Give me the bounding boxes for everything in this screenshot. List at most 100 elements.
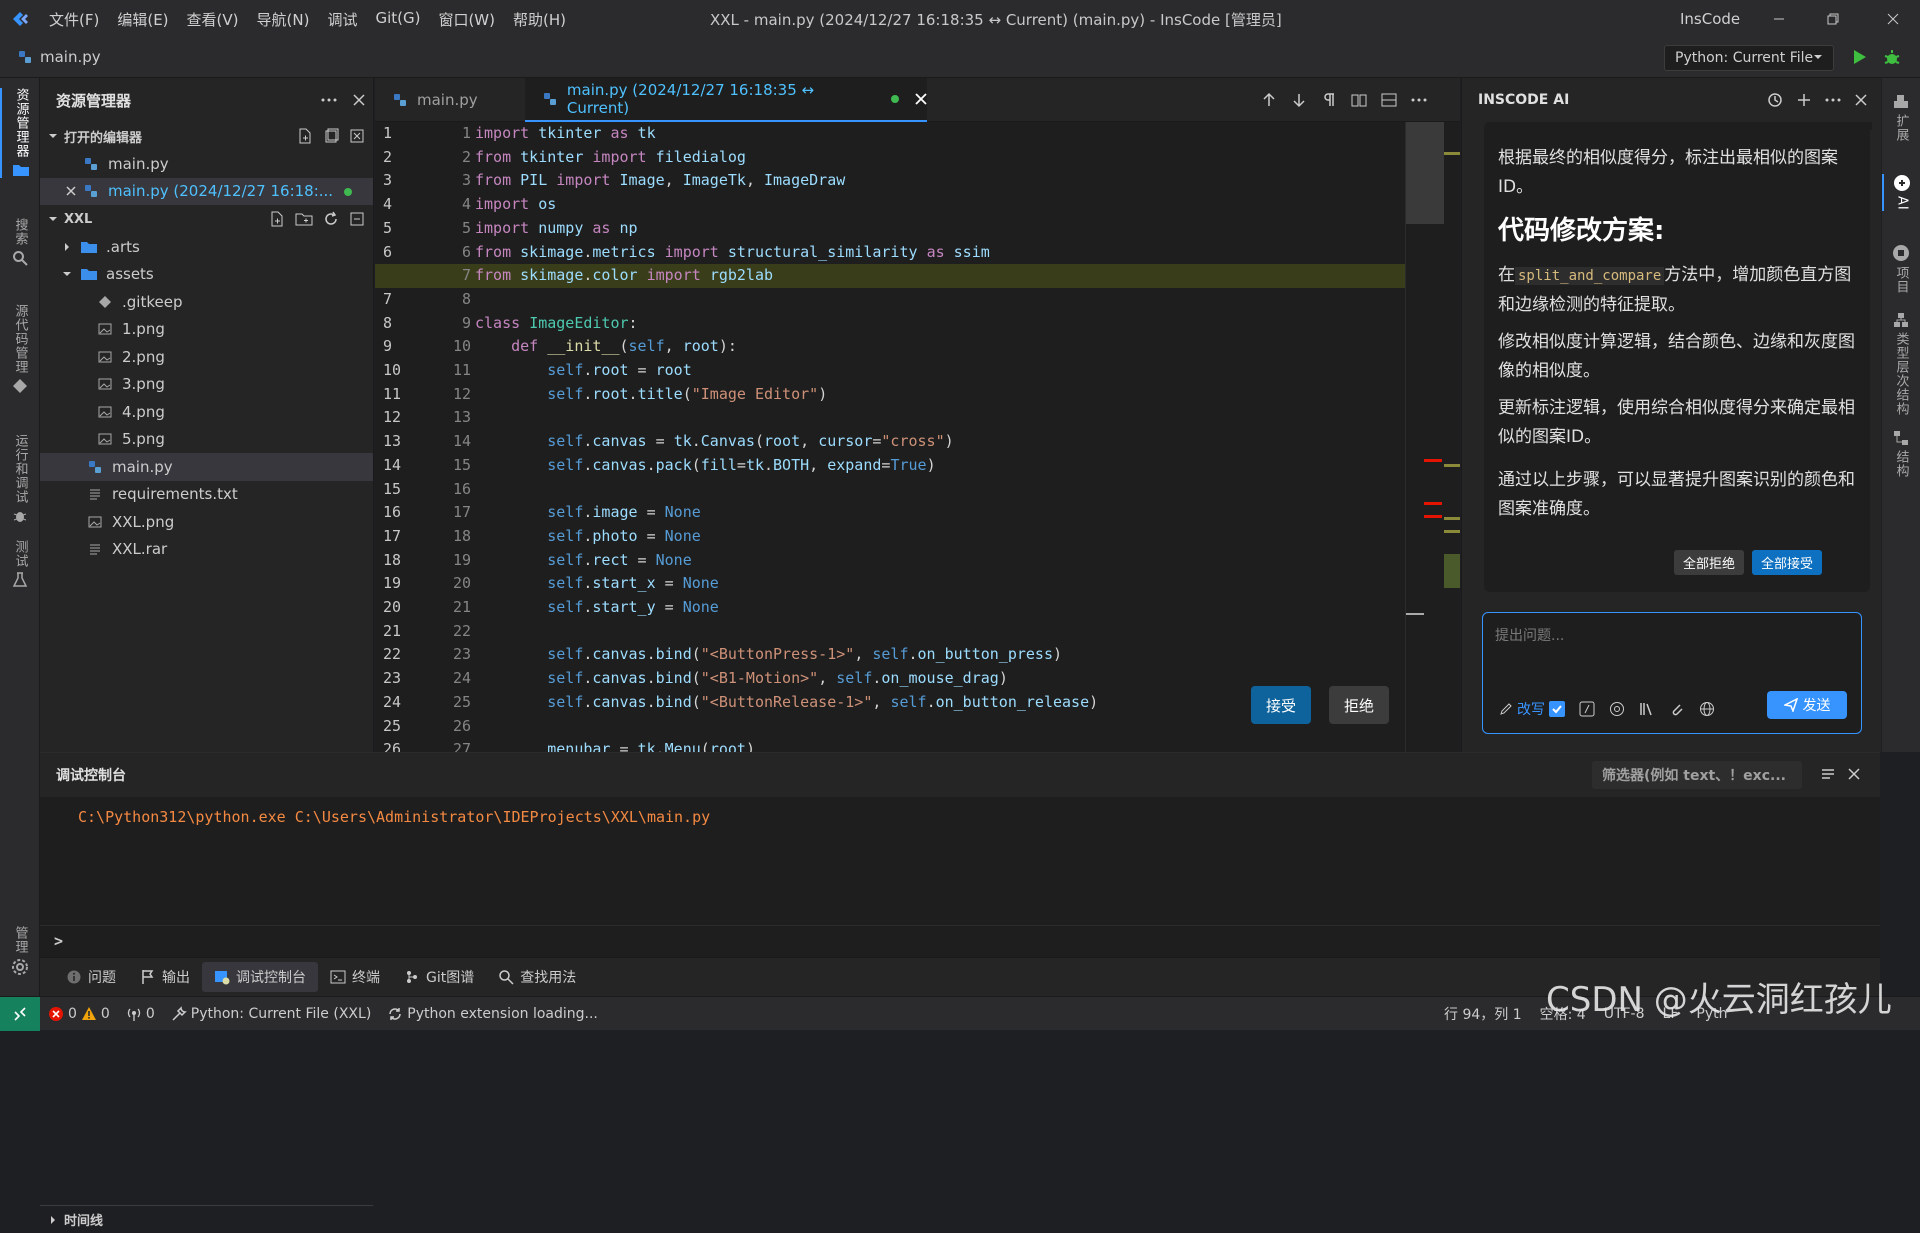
filter-input[interactable]: 筛选器(例如 text、！exc... [1592,761,1802,789]
save-all-icon[interactable] [323,128,339,144]
problems-status[interactable]: 0 0 [40,1006,118,1022]
minimize-button[interactable] [1752,0,1806,38]
code-line[interactable]: 19 20 self.start_x = None [375,572,1425,596]
split-editor-icon[interactable] [1381,92,1397,108]
close-all-icon[interactable] [349,128,365,144]
menu-navigate[interactable]: 导航(N) [248,9,319,30]
menu-debug[interactable]: 调试 [318,9,366,30]
tree-file-mainpy[interactable]: main.py [40,453,373,481]
code-editor[interactable]: 1 1 import tkinter as tk 2 2 from tkinter imp… [375,122,1460,752]
activity-run-debug[interactable]: 运行和调试 [0,434,40,524]
code-line[interactable]: 13 14 self.canvas = tk.Canvas(root, curso… [375,430,1425,454]
code-line[interactable]: 20 21 self.start_y = None [375,596,1425,620]
menu-view[interactable]: 查看(V) [178,9,248,30]
slash-command-icon[interactable] [1579,701,1595,717]
accept-all-button[interactable]: 全部接受 [1752,550,1823,575]
plus-icon[interactable] [1797,93,1811,107]
new-folder-icon[interactable] [295,211,313,227]
tree-folder-assets[interactable]: assets [40,261,373,289]
collapse-all-icon[interactable] [349,211,365,227]
code-line[interactable]: 6 6 from skimage.metrics import structural… [375,241,1425,265]
mention-icon[interactable] [1609,701,1625,717]
activity-test[interactable]: 测试 [0,540,40,588]
restore-button[interactable] [1806,0,1860,38]
activity-search[interactable]: 搜索 [0,218,40,266]
minimap[interactable] [1405,122,1460,752]
console-input[interactable]: > [40,925,1880,955]
right-tab-type-hierarchy[interactable]: 类型层次结构 [1882,312,1920,416]
code-line[interactable]: 8 9 class ImageEditor: [375,312,1425,336]
arrow-down-icon[interactable] [1291,92,1307,108]
close-icon[interactable] [1848,768,1860,780]
tree-file-gitkeep[interactable]: .gitkeep [40,288,373,316]
code-line[interactable]: 9 10 def __init__(self, root): [375,335,1425,359]
brand-label[interactable]: InsCode [1680,10,1740,28]
rewrite-toggle[interactable]: 改写 [1499,699,1565,719]
close-icon[interactable] [62,182,80,200]
code-line[interactable]: 26 27 menubar = tk.Menu(root) [375,738,1425,752]
code-line[interactable]: 3 3 from PIL import Image, ImageTk, ImageD… [375,169,1425,193]
timeline-section[interactable]: 时间线 [40,1205,373,1233]
close-window-button[interactable] [1866,0,1920,38]
project-section[interactable]: XXL [40,205,373,233]
globe-icon[interactable] [1699,701,1715,717]
tree-file-1png[interactable]: 1.png [40,316,373,344]
tooltab-terminal[interactable]: 终端 [318,962,392,992]
tree-file-2png[interactable]: 2.png [40,343,373,371]
more-actions-icon[interactable] [321,98,337,102]
right-tab-structure[interactable]: 结构 [1882,430,1920,478]
attach-icon[interactable] [1669,701,1685,717]
tooltab-git-graph[interactable]: Git图谱 [392,962,486,992]
code-line[interactable]: 21 22 [375,620,1425,644]
activity-manage[interactable]: 管理 [0,926,40,976]
code-line[interactable]: 2 2 from tkinter import filedialog [375,146,1425,170]
run-icon[interactable] [1850,48,1868,66]
code-line[interactable]: 11 12 self.root.title("Image Editor") [375,383,1425,407]
activity-explorer[interactable]: 资源管理器 [0,88,40,178]
menu-help[interactable]: 帮助(H) [504,9,575,30]
code-line[interactable]: 7 from skimage.color import rgb2lab [375,264,1425,288]
run-config-select[interactable]: Python: Current File [1664,45,1834,71]
debug-icon[interactable] [1882,48,1902,68]
scroll-thumb[interactable] [1406,122,1444,224]
tree-file-xxlrar[interactable]: XXL.rar [40,536,373,564]
code-line[interactable]: 14 15 self.canvas.pack(fill=tk.BOTH, expa… [375,454,1425,478]
breadcrumb-file[interactable]: main.py [40,48,101,66]
new-file-icon[interactable] [269,211,285,227]
interpreter-status[interactable]: Python: Current File (XXL) [163,1006,380,1022]
ports-status[interactable]: 0 [118,1006,163,1022]
history-icon[interactable] [1767,92,1783,108]
tree-file-3png[interactable]: 3.png [40,371,373,399]
tooltab-problems[interactable]: 问题 [54,962,128,992]
tooltab-debug-console[interactable]: 调试控制台 [202,962,318,992]
right-tab-project[interactable]: 项目 [1882,244,1920,294]
tree-file-xxlpng[interactable]: XXL.png [40,508,373,536]
ai-input-placeholder[interactable]: 提出问题... [1495,625,1564,645]
new-file-icon[interactable] [297,128,313,144]
tree-file-requirements[interactable]: requirements.txt [40,481,373,509]
close-icon[interactable] [1855,94,1867,106]
code-line[interactable]: 10 11 self.root = root [375,359,1425,383]
more-actions-icon[interactable] [1825,98,1841,102]
right-tab-extensions[interactable]: 扩展 [1882,94,1920,142]
open-editor-item[interactable]: main.py [40,150,373,178]
menu-window[interactable]: 窗口(W) [429,9,504,30]
menu-edit[interactable]: 编辑(E) [108,9,177,30]
more-actions-icon[interactable] [1411,92,1427,108]
close-icon[interactable] [915,93,927,105]
open-editors-section[interactable]: 打开的编辑器 [40,122,373,150]
tree-folder-arts[interactable]: .arts [40,233,373,261]
menu-file[interactable]: 文件(F) [40,9,108,30]
accept-button[interactable]: 接受 [1251,686,1311,724]
open-editor-item-active[interactable]: main.py (2024/12/27 16:18:... [40,177,373,205]
clear-console-icon[interactable] [1820,767,1836,783]
pilcrow-icon[interactable] [1321,92,1337,108]
reject-button[interactable]: 拒绝 [1329,686,1389,724]
ai-input-box[interactable]: 提出问题... 改写 发送 [1482,612,1862,734]
code-line[interactable]: 4 4 import os [375,193,1425,217]
breadcrumb[interactable]: main.py [18,48,101,66]
code-line[interactable]: 12 13 [375,406,1425,430]
code-line[interactable]: 1 1 import tkinter as tk [375,122,1425,146]
tab-main-py-diff[interactable]: main.py (2024/12/27 16:18:35 ↔ Current) [525,78,927,122]
arrow-up-icon[interactable] [1261,92,1277,108]
